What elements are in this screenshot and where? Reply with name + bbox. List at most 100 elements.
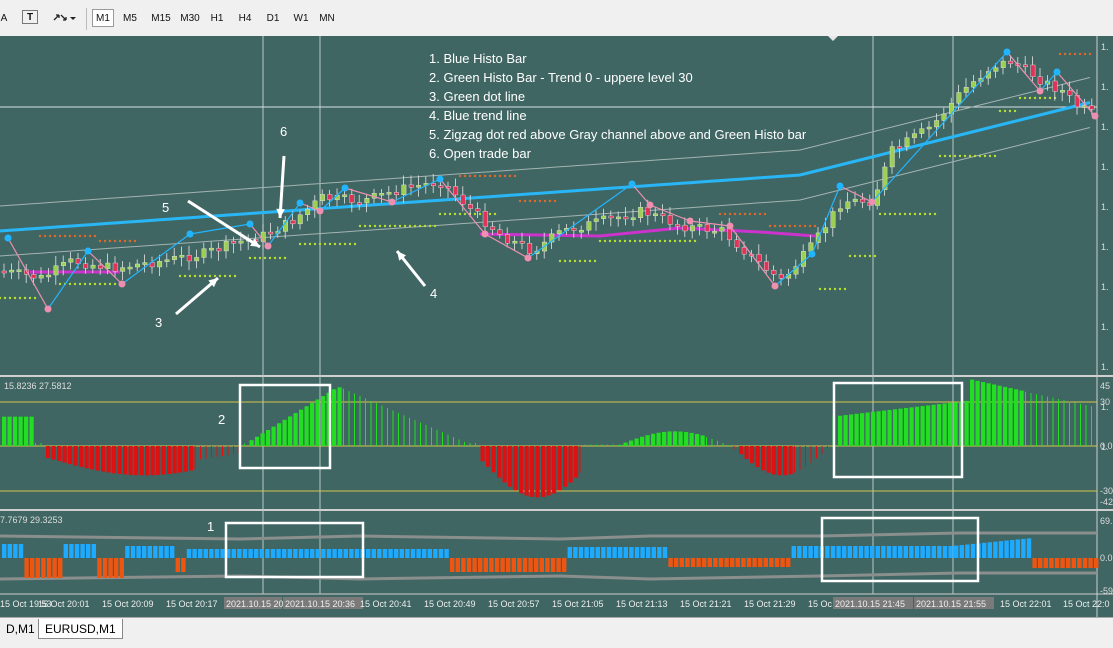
- red-dot: [458, 174, 462, 178]
- red-dot: [793, 224, 797, 228]
- green-histo-bar: [651, 433, 656, 446]
- green-histo-bar: [1041, 395, 1043, 446]
- green-dot: [863, 254, 867, 258]
- green-dot: [103, 282, 107, 286]
- bull-candle: [38, 274, 44, 279]
- green-histo-bar: [854, 413, 859, 446]
- orange-histo-bar: [690, 558, 696, 567]
- green-dot: [93, 282, 97, 286]
- green-histo-bar: [623, 442, 628, 446]
- timeframe-h4[interactable]: H4: [234, 9, 256, 27]
- bear-candle: [897, 146, 903, 149]
- time-axis-label: 15 Oct 20:57: [488, 599, 540, 609]
- bull-candle: [120, 267, 126, 272]
- green-histo-bar: [865, 412, 870, 446]
- green-dot: [1018, 96, 1022, 100]
- green-dot: [108, 282, 112, 286]
- bull-candle: [342, 194, 348, 197]
- toolbar-left-label[interactable]: A: [0, 8, 8, 28]
- green-histo-bar: [436, 429, 438, 446]
- bear-candle: [408, 184, 414, 188]
- green-histo-bar: [992, 384, 997, 446]
- green-dot: [223, 274, 227, 278]
- orange-histo-bar: [685, 558, 690, 567]
- timeframe-m30[interactable]: M30: [176, 9, 204, 27]
- red-histo-bar: [777, 446, 782, 476]
- timeframe-m15[interactable]: M15: [146, 9, 176, 27]
- green-histo-bar: [717, 440, 718, 446]
- green-histo-bar: [1036, 394, 1037, 446]
- green-dot: [83, 282, 87, 286]
- green-dot: [878, 212, 882, 216]
- timeframe-m1[interactable]: M1: [92, 9, 114, 27]
- green-histo-bar: [332, 389, 337, 446]
- chart-area[interactable]: 1. 1. 1. 1. 1. 1. 1. 1. 1. 1. 1. 1. Blue Histo Bar 2…: [0, 36, 1113, 617]
- orange-histo-bar: [713, 558, 718, 567]
- chart-tab-eurusd-m1[interactable]: EURUSD,M1: [38, 619, 123, 639]
- orange-histo-bar: [550, 558, 556, 572]
- green-histo-bar: [843, 415, 848, 446]
- timeframe-mn[interactable]: MN: [316, 9, 338, 27]
- red-histo-bar: [84, 446, 89, 469]
- red-dot: [493, 174, 497, 178]
- bull-candle: [201, 248, 207, 258]
- orange-histo-bar: [752, 558, 757, 567]
- blue-histo-bar: [836, 546, 841, 558]
- green-histo-bar: [634, 438, 639, 446]
- blue-histo-bar: [618, 547, 623, 558]
- timeframe-m5[interactable]: M5: [118, 9, 142, 27]
- green-dot: [943, 154, 947, 158]
- bear-candle: [460, 194, 466, 205]
- green-histo-bar: [981, 382, 986, 446]
- green-histo-bar: [370, 400, 372, 446]
- blue-histo-bar: [147, 546, 152, 558]
- green-dot: [858, 254, 862, 258]
- blue-histo-bar: [298, 549, 304, 558]
- green-dot: [848, 254, 852, 258]
- bear-candle: [1052, 80, 1058, 92]
- green-dot: [348, 242, 352, 246]
- text-tool-button[interactable]: T: [22, 10, 38, 24]
- green-dot: [1038, 96, 1042, 100]
- red-dot: [803, 224, 807, 228]
- blue-histo-bar: [394, 549, 399, 558]
- blue-histo-bar: [623, 547, 628, 558]
- timeframe-d1[interactable]: D1: [262, 9, 284, 27]
- red-dot: [723, 212, 727, 216]
- green-histo-bar: [321, 396, 326, 446]
- blue-histo-bar: [651, 547, 656, 558]
- red-histo-bar: [90, 446, 95, 470]
- green-dot: [953, 154, 957, 158]
- green-dot: [208, 274, 212, 278]
- chart-tab-0[interactable]: D,M1: [0, 619, 41, 638]
- chart-tab-bar: D,M1 EURUSD,M1: [0, 617, 1113, 648]
- red-dot: [103, 239, 107, 243]
- bear-candle: [349, 194, 355, 203]
- orange-histo-bar: [102, 558, 108, 578]
- orange-histo-bar: [724, 558, 729, 567]
- bull-candle: [963, 87, 969, 93]
- green-dot: [393, 224, 397, 228]
- timeframe-w1[interactable]: W1: [290, 9, 312, 27]
- timeframe-h1[interactable]: H1: [206, 9, 228, 27]
- bear-candle: [645, 207, 651, 216]
- green-dot: [598, 239, 602, 243]
- time-axis-label: 15 Oct 21:21: [680, 599, 732, 609]
- orange-histo-bar: [1049, 558, 1054, 568]
- red-dot: [58, 234, 62, 238]
- blue-histo-bar: [338, 549, 343, 558]
- green-histo-bar: [601, 444, 603, 446]
- green-histo-bar: [1074, 402, 1076, 446]
- green-histo-bar: [244, 443, 245, 446]
- green-dot: [188, 274, 192, 278]
- green-histo-bar: [293, 413, 298, 446]
- bull-candle: [586, 221, 592, 231]
- green-dot: [578, 259, 582, 263]
- bull-candle: [1000, 60, 1006, 68]
- red-histo-bar: [156, 446, 161, 475]
- chart-canvas[interactable]: 1.1.1.1.1.1.1.1.1.1.1.1. Blue Histo Bar2…: [0, 36, 1113, 617]
- green-dot: [283, 256, 287, 260]
- red-dot: [38, 234, 42, 238]
- arrows-tool-button[interactable]: [50, 8, 78, 28]
- orange-histo-bar: [52, 558, 57, 578]
